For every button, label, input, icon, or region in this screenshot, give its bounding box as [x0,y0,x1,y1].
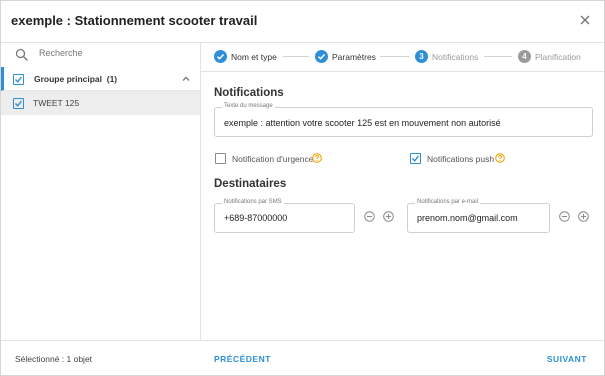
search-icon [15,48,28,61]
step-label: Nom et type [231,52,277,62]
group-checkbox[interactable] [13,74,24,85]
check-icon [14,76,23,83]
object-selector-panel: Recherche Groupe principal (1) TWEET 125 [1,43,201,340]
help-icon[interactable] [495,153,505,163]
push-label: Notifications push [427,154,495,164]
message-field[interactable]: Texte du message exemple : attention vot… [214,103,593,137]
message-input[interactable]: exemple : attention votre scooter 125 es… [224,118,501,128]
sms-field[interactable]: Notifications par SMS +689-87000000 [214,199,355,233]
step-separator [380,56,410,57]
search-input[interactable]: Recherche [39,48,83,58]
remove-sms-icon[interactable] [364,211,375,222]
check-icon [14,100,23,107]
previous-button[interactable]: PRÉCÉDENT [214,354,271,364]
selection-count: Sélectionné : 1 objet [15,354,93,364]
next-button[interactable]: SUIVANT [547,354,587,364]
list-item[interactable]: TWEET 125 [1,91,200,115]
chevron-up-icon[interactable] [181,74,191,84]
item-label: TWEET 125 [33,98,80,108]
dialog-title: exemple : Stationnement scooter travail [11,13,258,28]
group-label: Groupe principal (1) [34,74,118,84]
wizard-steps: Nom et type Paramètres 3 Notifications 4… [201,43,604,72]
step-done-icon [214,50,227,63]
dialog: exemple : Stationnement scooter travail … [0,0,605,376]
step-label: Paramètres [332,52,376,62]
dialog-footer: Sélectionné : 1 objet PRÉCÉDENT SUIVANT [1,340,604,376]
message-field-label: Texte du message [222,103,275,109]
dialog-header: exemple : Stationnement scooter travail [1,1,604,43]
email-field[interactable]: Notifications par e-mail prenom.nom@gmai… [407,199,550,233]
notifications-heading: Notifications [214,87,284,99]
add-email-icon[interactable] [578,211,589,222]
help-icon[interactable] [312,153,322,163]
urgent-checkbox[interactable] [215,153,226,164]
email-input[interactable]: prenom.nom@gmail.com [417,213,518,223]
group-row[interactable]: Groupe principal (1) [1,67,200,91]
remove-email-icon[interactable] [559,211,570,222]
check-icon [411,155,420,162]
push-checkbox[interactable] [410,153,421,164]
item-checkbox[interactable] [13,98,24,109]
email-field-label: Notifications par e-mail [415,199,481,205]
step-separator [283,56,309,57]
search-bar[interactable]: Recherche [1,43,200,67]
sms-field-label: Notifications par SMS [222,199,284,205]
step-label: Planification [535,52,581,62]
close-icon[interactable] [578,13,592,27]
step-label: Notifications [432,52,479,62]
recipients-heading: Destinataires [214,178,287,190]
step-separator [484,56,512,57]
sms-input[interactable]: +689-87000000 [224,213,287,223]
step-number: 4 [518,50,531,63]
step-done-icon [315,50,328,63]
add-sms-icon[interactable] [383,211,394,222]
step-number: 3 [415,50,428,63]
urgent-label: Notification d'urgence [232,154,314,164]
